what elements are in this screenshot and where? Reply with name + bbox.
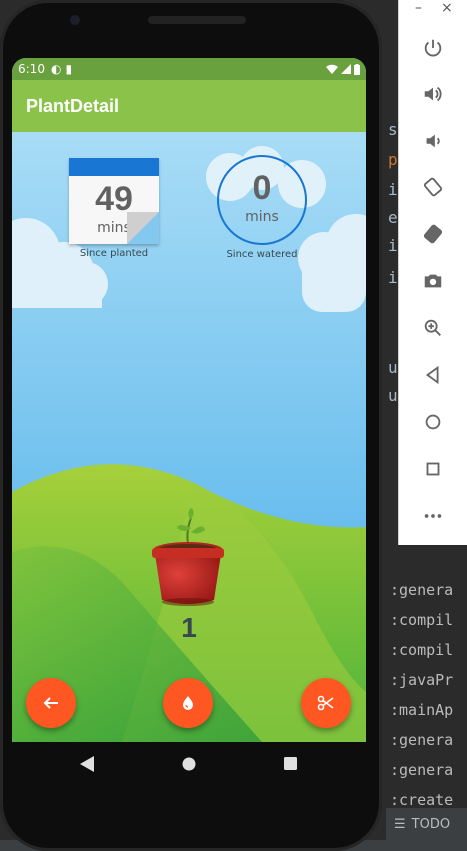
- arrow-left-icon: [43, 697, 58, 709]
- build-log: :genera :compil :compil :javaPr :mainAp …: [386, 575, 467, 805]
- list-icon: ☰: [394, 816, 406, 832]
- nav-home-icon[interactable]: [180, 756, 198, 772]
- calendar-header: [69, 158, 159, 176]
- log-line: :compil: [390, 641, 454, 659]
- status-bar: 6:10 ◐ ▮: [12, 58, 366, 80]
- code-line: i: [388, 236, 398, 255]
- phone-frame: 6:10 ◐ ▮ PlantDetail 49 mins Since plant…: [0, 0, 382, 851]
- log-line: :genera: [390, 761, 454, 779]
- rotate-right-icon[interactable]: [419, 220, 447, 248]
- rotate-left-icon[interactable]: [419, 173, 447, 201]
- zoom-icon[interactable]: [419, 314, 447, 342]
- more-icon[interactable]: [419, 502, 447, 530]
- since-watered-unit: mins: [245, 209, 279, 225]
- since-watered-timer: 0 mins: [217, 155, 307, 245]
- water-drop-icon: [183, 696, 193, 710]
- todo-tab[interactable]: ☰ TODO: [386, 808, 467, 840]
- earpiece-speaker: [148, 16, 246, 24]
- notification-icon: ◐: [50, 62, 62, 76]
- code-line: s: [388, 120, 398, 139]
- sd-card-icon: ▮: [65, 62, 73, 76]
- volume-down-icon[interactable]: [419, 127, 447, 155]
- page-title: PlantDetail: [26, 95, 120, 116]
- since-watered-value: 0: [252, 169, 272, 207]
- code-line: i: [388, 268, 398, 287]
- since-watered-caption: Since watered: [226, 249, 298, 260]
- log-line: :genera: [390, 581, 454, 599]
- emulator-toolbar: – ×: [398, 0, 467, 545]
- power-icon[interactable]: [419, 34, 447, 62]
- code-line: u: [388, 358, 398, 377]
- home-icon[interactable]: [419, 408, 447, 436]
- minimize-button[interactable]: –: [415, 0, 422, 16]
- status-time: 6:10: [18, 62, 45, 76]
- scissors-icon: [317, 695, 334, 711]
- wifi-icon: [326, 64, 338, 74]
- prune-button[interactable]: [301, 678, 351, 728]
- code-line: u: [388, 386, 398, 405]
- code-line: p: [388, 150, 398, 169]
- camera-icon[interactable]: [419, 267, 447, 295]
- log-line: :create: [390, 791, 454, 805]
- plant-count: 1: [181, 612, 197, 643]
- front-camera: [70, 15, 80, 25]
- garden-scene: 49 mins Since planted 0 mins Since water…: [12, 132, 366, 742]
- system-nav-bar: [12, 742, 366, 786]
- garden-background: [12, 132, 366, 742]
- since-planted-caption: Since planted: [79, 248, 149, 259]
- log-line: :compil: [390, 611, 454, 629]
- log-line: :mainAp: [390, 701, 454, 719]
- nav-back-icon[interactable]: [78, 756, 96, 772]
- log-line: :javaPr: [390, 671, 454, 689]
- todo-label: TODO: [411, 816, 451, 832]
- nav-overview-icon[interactable]: [282, 756, 300, 772]
- device-screen: 6:10 ◐ ▮ PlantDetail 49 mins Since plant…: [12, 58, 366, 742]
- signal-icon: [341, 64, 351, 74]
- battery-icon: [354, 63, 360, 75]
- since-planted-calendar: 49 mins: [69, 158, 159, 244]
- page-fold: [127, 212, 159, 244]
- close-button[interactable]: ×: [441, 0, 453, 16]
- overview-icon[interactable]: [419, 455, 447, 483]
- back-icon[interactable]: [419, 361, 447, 389]
- code-line: e: [388, 208, 398, 227]
- water-button[interactable]: [163, 678, 213, 728]
- log-line: :genera: [390, 731, 454, 749]
- code-line: i: [388, 180, 398, 199]
- volume-up-icon[interactable]: [419, 80, 447, 108]
- back-button[interactable]: [26, 678, 76, 728]
- app-bar: PlantDetail: [12, 80, 366, 132]
